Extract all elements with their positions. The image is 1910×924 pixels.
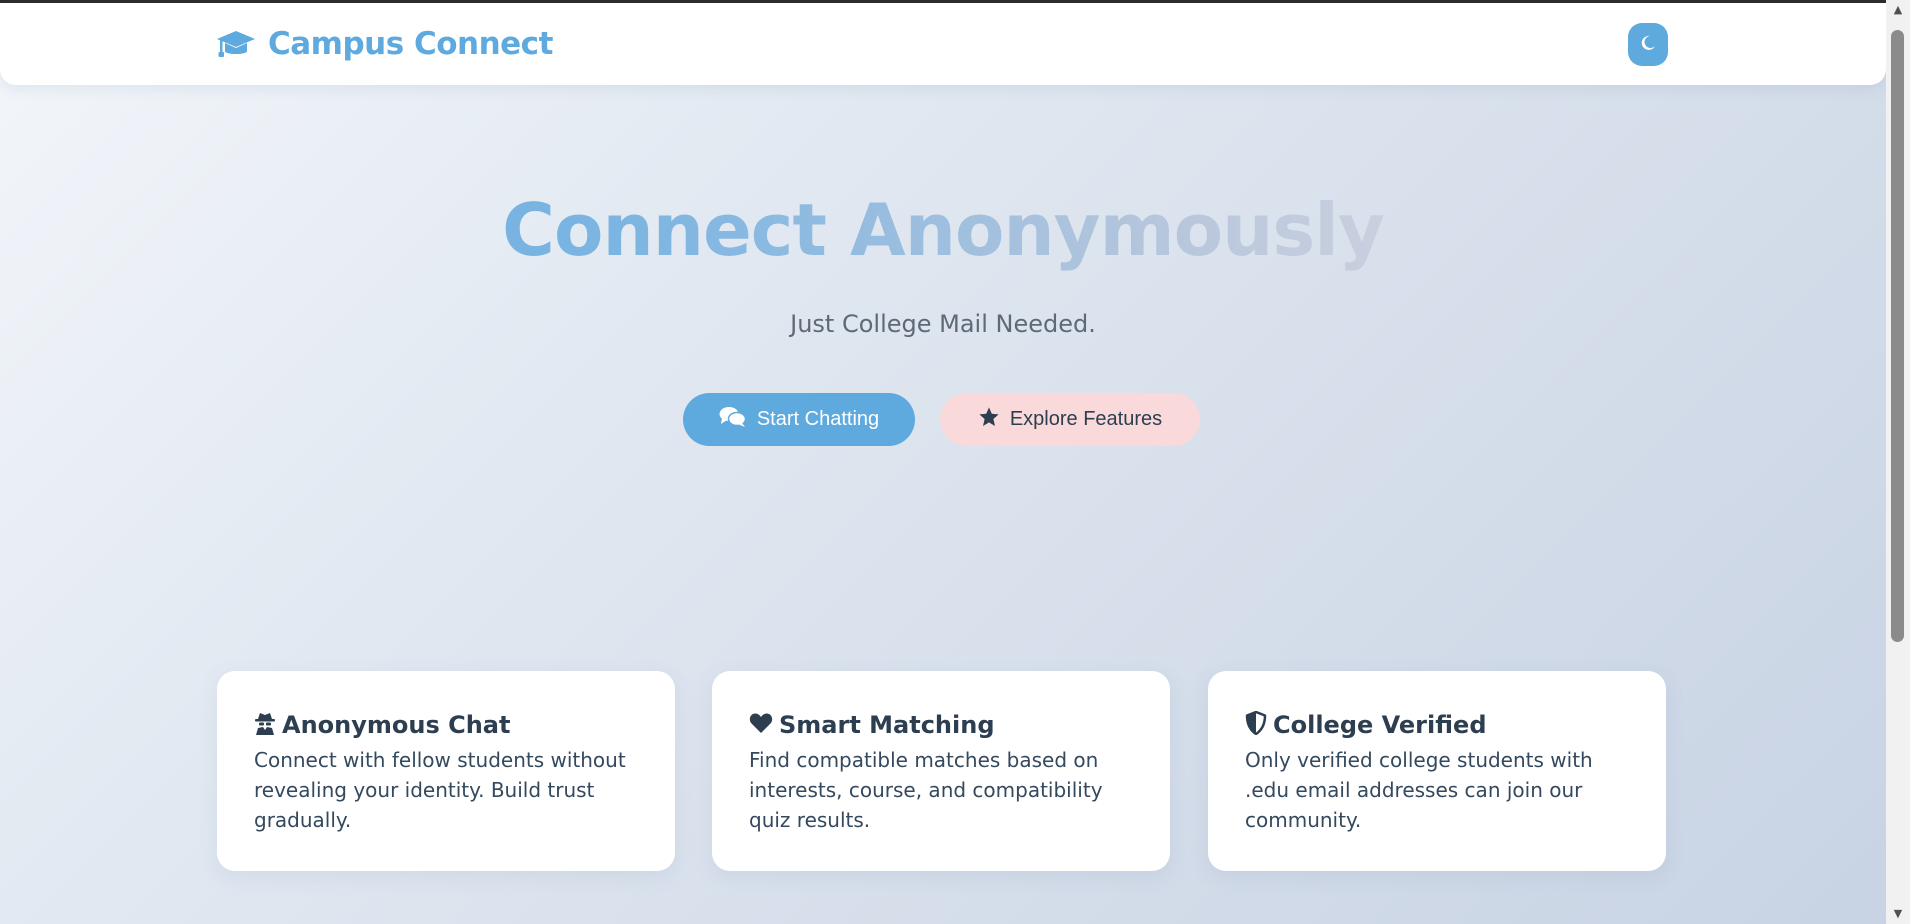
brand-title: Campus Connect (268, 26, 553, 62)
star-icon (978, 406, 1000, 434)
card-header: Anonymous Chat (254, 711, 510, 739)
feature-card-anonymous-chat: Anonymous Chat Connect with fellow stude… (217, 671, 675, 871)
scroll-thumb[interactable] (1891, 30, 1904, 642)
card-header: Smart Matching (749, 711, 995, 739)
scroll-up-arrow-icon[interactable]: ▲ (1886, 0, 1910, 20)
moon-icon (1639, 34, 1657, 56)
feature-card-college-verified: College Verified Only verified college s… (1208, 671, 1666, 871)
page: Campus Connect Connect Anonymously Just … (0, 0, 1886, 924)
theme-toggle-button[interactable] (1628, 23, 1668, 66)
card-header: College Verified (1245, 710, 1487, 739)
card-title: Anonymous Chat (282, 711, 511, 739)
card-description: Connect with fellow students without rev… (254, 748, 626, 832)
shield-icon (1245, 710, 1267, 739)
card-description: Only verified college students with .edu… (1245, 748, 1593, 832)
card-description: Find compatible matches based on interes… (749, 748, 1103, 832)
card-title: Smart Matching (779, 711, 995, 739)
heart-icon (749, 712, 773, 738)
explore-features-label: Explore Features (1009, 408, 1163, 430)
comments-icon (719, 406, 747, 434)
start-chatting-label: Start Chatting (756, 408, 880, 430)
scroll-down-arrow-icon[interactable]: ▼ (1886, 904, 1910, 924)
vertical-scrollbar[interactable]: ▲ ▼ (1886, 0, 1910, 924)
hero-title: Connect Anonymously (0, 185, 1886, 275)
brand[interactable]: Campus Connect (216, 23, 553, 65)
user-secret-icon (254, 711, 276, 739)
graduation-cap-icon (216, 29, 256, 59)
hero-subtitle: Just College Mail Needed. (790, 310, 1096, 338)
explore-features-button[interactable]: Explore Features (940, 393, 1200, 446)
navbar: Campus Connect (0, 3, 1886, 85)
feature-card-smart-matching: Smart Matching Find compatible matches b… (712, 671, 1170, 871)
card-title: College Verified (1273, 711, 1487, 739)
start-chatting-button[interactable]: Start Chatting (683, 393, 915, 446)
